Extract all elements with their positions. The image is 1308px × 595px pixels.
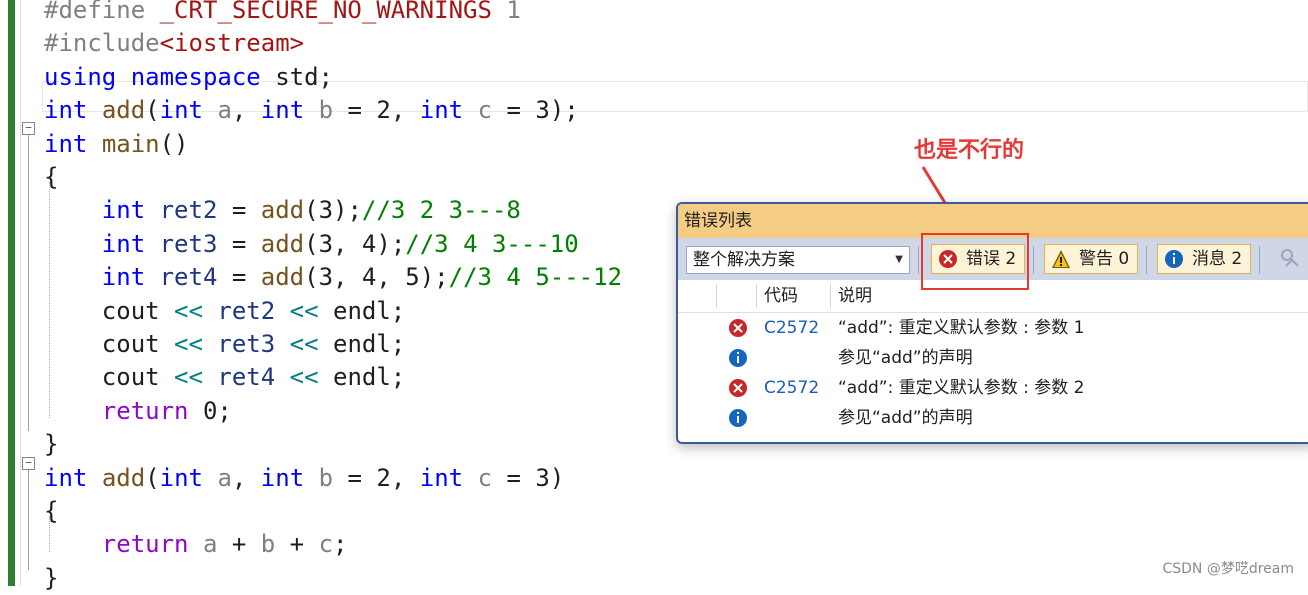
scope-dropdown-value: 整个解决方案 xyxy=(693,250,795,270)
watermark: CSDN @梦呓dream xyxy=(1162,561,1294,577)
info-icon xyxy=(729,409,747,427)
table-row[interactable]: 参见“add”的声明 xyxy=(678,343,1308,373)
info-icon xyxy=(729,349,747,367)
chevron-down-icon: ▼ xyxy=(895,254,903,265)
toolbar-separator xyxy=(1146,246,1147,274)
column-divider xyxy=(830,284,831,308)
error-icon xyxy=(729,319,747,337)
toolbar-separator xyxy=(1259,246,1260,274)
column-header-description[interactable]: 说明 xyxy=(838,280,872,312)
column-header-code[interactable]: 代码 xyxy=(764,280,798,312)
error-description: 参见“add”的声明 xyxy=(838,408,973,428)
table-row[interactable]: C2572 “add”: 重定义默认参数 : 参数 1 xyxy=(678,313,1308,343)
toolbar-separator xyxy=(1033,246,1034,274)
info-icon xyxy=(1165,250,1183,268)
errors-highlight-frame xyxy=(921,233,1029,290)
messages-filter-label: 消息 2 xyxy=(1192,249,1243,269)
error-description: 参见“add”的声明 xyxy=(838,348,973,368)
error-icon xyxy=(729,379,747,397)
error-description: “add”: 重定义默认参数 : 参数 2 xyxy=(838,378,1085,398)
warnings-filter-button[interactable]: 警告 0 xyxy=(1044,244,1138,274)
table-row[interactable]: C2572 “add”: 重定义默认参数 : 参数 2 xyxy=(678,373,1308,403)
scope-dropdown[interactable]: 整个解决方案 ▼ xyxy=(686,246,910,274)
warning-icon xyxy=(1052,250,1070,268)
column-divider xyxy=(716,284,717,308)
toolbar-separator xyxy=(918,246,919,274)
error-description: “add”: 重定义默认参数 : 参数 1 xyxy=(838,318,1085,338)
filter-icon[interactable] xyxy=(1278,246,1304,272)
warnings-filter-label: 警告 0 xyxy=(1079,249,1130,269)
error-rows: C2572 “add”: 重定义默认参数 : 参数 1 参见“add”的声明 C257… xyxy=(678,313,1308,433)
error-table: 代码 说明 C2572 “add”: 重定义默认参数 : 参数 1 参见“add”的… xyxy=(678,280,1308,433)
error-code[interactable]: C2572 xyxy=(764,373,819,403)
error-code[interactable]: C2572 xyxy=(764,313,819,343)
column-divider xyxy=(756,284,757,308)
table-row[interactable]: 参见“add”的声明 xyxy=(678,403,1308,433)
messages-filter-button[interactable]: 消息 2 xyxy=(1157,244,1251,274)
